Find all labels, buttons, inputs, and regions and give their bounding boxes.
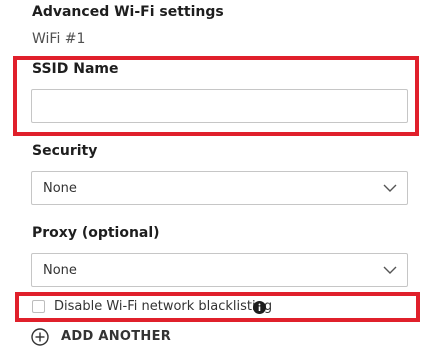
security-select[interactable]: None xyxy=(31,171,408,205)
blacklist-checkbox-label[interactable]: Disable Wi-Fi network blacklisting xyxy=(54,299,272,314)
wifi-network-label: WiFi #1 xyxy=(32,31,86,47)
blacklist-checkbox[interactable] xyxy=(32,300,45,313)
proxy-label: Proxy (optional) xyxy=(32,225,160,241)
chevron-down-icon xyxy=(383,266,397,274)
page-title: Advanced Wi-Fi settings xyxy=(32,4,224,20)
chevron-down-icon xyxy=(383,184,397,192)
security-selected-value: None xyxy=(43,181,77,196)
proxy-select[interactable]: None xyxy=(31,253,408,287)
ssid-input[interactable] xyxy=(31,89,408,123)
add-another-label: ADD ANOTHER xyxy=(61,329,172,344)
plus-circle-icon xyxy=(31,328,49,346)
proxy-selected-value: None xyxy=(43,263,77,278)
ssid-label: SSID Name xyxy=(32,61,119,77)
security-label: Security xyxy=(32,143,98,159)
advanced-wifi-settings-panel: Advanced Wi-Fi settings WiFi #1 SSID Nam… xyxy=(0,0,430,350)
info-icon[interactable] xyxy=(253,301,266,314)
